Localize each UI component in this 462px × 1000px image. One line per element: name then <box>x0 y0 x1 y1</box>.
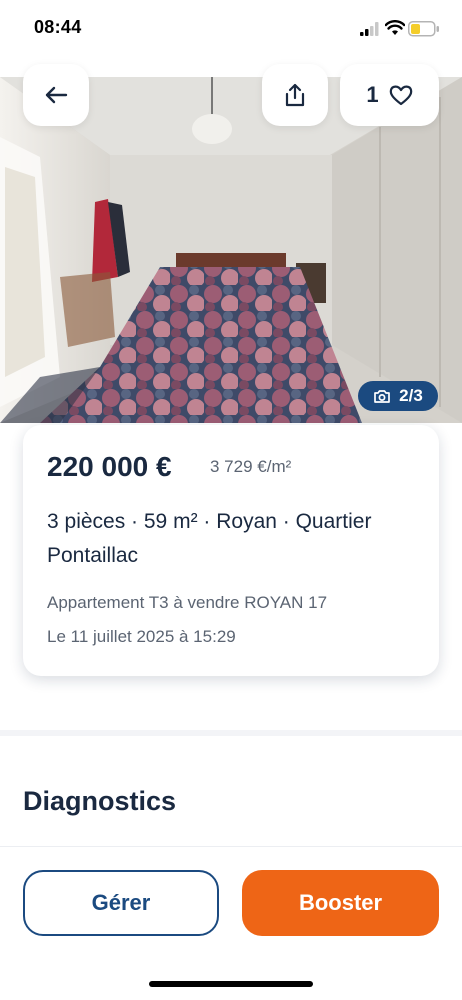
listing-photo[interactable] <box>0 77 462 423</box>
share-icon <box>285 83 305 107</box>
listing-date: Le 11 juillet 2025 à 15:29 <box>47 627 236 646</box>
back-arrow-icon <box>45 86 68 104</box>
listing-summary-card: 220 000 € 3 729 €/m² 3 pièces · 59 m² · … <box>23 425 439 676</box>
diagnostics-heading: Diagnostics <box>23 786 177 816</box>
status-time: 08:44 <box>34 17 82 37</box>
camera-icon <box>374 389 391 403</box>
battery-icon <box>408 21 439 37</box>
photo-counter-badge: 2/3 <box>358 381 438 411</box>
price-per-m2: 3 729 €/m² <box>210 457 292 476</box>
listing-price: 220 000 € <box>47 451 172 482</box>
favorite-count: 1 <box>366 82 379 107</box>
home-indicator <box>149 981 313 987</box>
back-button[interactable] <box>23 64 89 126</box>
section-divider <box>0 730 462 736</box>
share-button[interactable] <box>262 64 328 126</box>
boost-button[interactable]: Booster <box>242 870 439 936</box>
photo-counter-text: 2/3 <box>399 386 423 405</box>
listing-features: 3 pièces · 59 m² · Royan · Quartier Pont… <box>47 510 372 567</box>
heart-icon <box>389 85 412 106</box>
signal-icon <box>360 22 379 36</box>
favorite-button[interactable]: 1 <box>340 64 439 126</box>
manage-button[interactable]: Gérer <box>23 870 219 936</box>
wifi-icon <box>385 20 405 35</box>
listing-title: Appartement T3 à vendre ROYAN 17 <box>47 593 328 612</box>
status-bar: 08:44 <box>0 0 462 60</box>
